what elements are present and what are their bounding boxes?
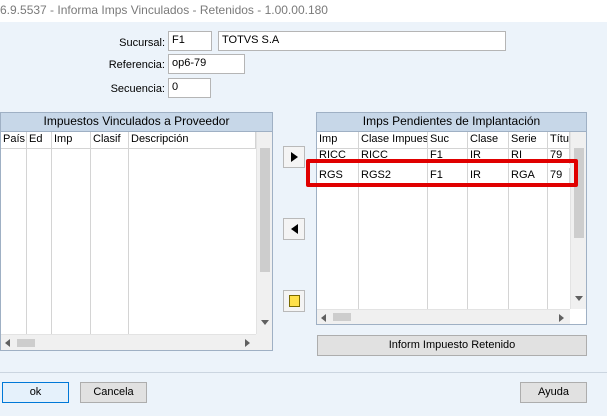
grid-line (51, 148, 52, 335)
linked-taxes-grid-body[interactable] (1, 148, 256, 335)
linked-taxes-header: País Ed Imp Clasif Descripción (1, 132, 256, 149)
hscroll-thumb[interactable] (17, 339, 35, 347)
col-pais[interactable]: País (1, 132, 27, 148)
inform-tax-withheld-button[interactable]: Inform Impuesto Retenido (317, 335, 587, 356)
pending-taxes-hscroll[interactable] (317, 309, 570, 324)
title-bar: 6.9.5537 - Informa Imps Vinculados - Ret… (0, 0, 607, 22)
grid-line (26, 148, 27, 335)
linked-taxes-panel: Impuestos Vinculados a Proveedor País Ed… (0, 112, 273, 351)
secuencia-label: Secuencia: (110, 83, 165, 95)
col-imp[interactable]: Imp (317, 132, 359, 148)
sucursal-name-field[interactable]: TOTVS S.A (218, 31, 506, 51)
grid-line (90, 148, 91, 335)
arrow-left-icon (291, 224, 298, 234)
document-icon (289, 295, 300, 307)
window-title: 6.9.5537 - Informa Imps Vinculados - Ret… (0, 3, 328, 17)
col-ed[interactable]: Ed (27, 132, 52, 148)
sucursal-label: Sucursal: (119, 37, 165, 49)
scroll-right-icon[interactable] (245, 339, 250, 347)
move-right-button[interactable] (283, 146, 305, 168)
referencia-field[interactable]: op6-79 (168, 54, 245, 74)
col-descripcion[interactable]: Descripción (129, 132, 256, 148)
col-clase-impuesto[interactable]: Clase Impuesto (359, 132, 428, 148)
hscroll-thumb[interactable] (333, 313, 351, 321)
scroll-left-icon[interactable] (321, 314, 326, 322)
col-serie[interactable]: Serie (509, 132, 548, 148)
scroll-down-icon[interactable] (575, 296, 583, 301)
new-document-button[interactable] (283, 290, 305, 312)
grid-line (128, 148, 129, 335)
col-suc[interactable]: Suc (428, 132, 468, 148)
pending-taxes-header: Imp Clase Impuesto Suc Clase Serie Títul… (317, 132, 570, 149)
sucursal-code-field[interactable]: F1 (168, 31, 212, 51)
pending-taxes-panel: Imps Pendientes de Implantación Imp Clas… (316, 112, 587, 325)
pending-taxes-title: Imps Pendientes de Implantación (317, 113, 586, 132)
cancel-button[interactable]: Cancela (80, 382, 147, 403)
scroll-right-icon[interactable] (559, 314, 564, 322)
scroll-left-icon[interactable] (5, 339, 10, 347)
linked-taxes-title: Impuestos Vinculados a Proveedor (1, 113, 272, 132)
secuencia-field[interactable]: 0 (168, 78, 211, 98)
ok-button[interactable]: ok (2, 382, 69, 403)
col-clase[interactable]: Clase (468, 132, 509, 148)
col-titulo[interactable]: Título (548, 132, 570, 148)
move-left-button[interactable] (283, 218, 305, 240)
scroll-corner (256, 334, 272, 350)
scroll-down-icon[interactable] (261, 320, 269, 325)
help-button[interactable]: Ayuda (520, 382, 587, 403)
linked-taxes-vscroll[interactable] (256, 132, 272, 334)
arrow-right-icon (291, 152, 298, 162)
referencia-label: Referencia: (108, 59, 165, 71)
col-imp[interactable]: Imp (52, 132, 91, 148)
col-clasif[interactable]: Clasif (91, 132, 129, 148)
highlight-box (306, 159, 578, 187)
scroll-thumb[interactable] (260, 148, 270, 272)
linked-taxes-hscroll[interactable] (1, 334, 256, 350)
